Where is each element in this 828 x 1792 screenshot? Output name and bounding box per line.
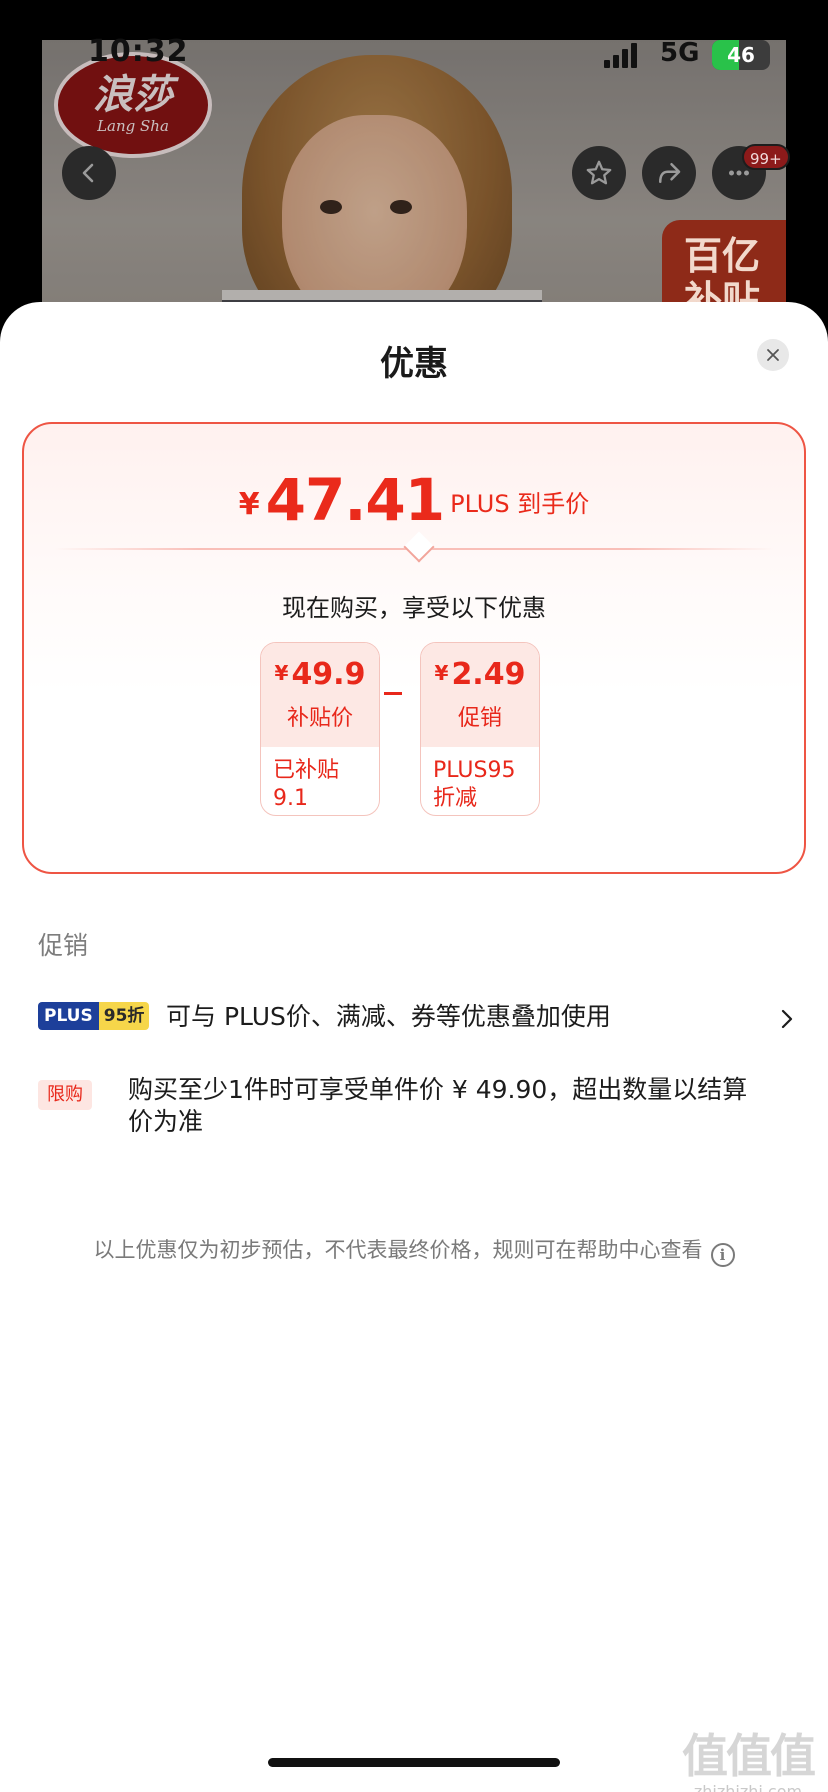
price-component-subsidy: ¥49.9 补贴价 已补贴 9.1: [260, 642, 380, 816]
plus-tag-label: PLUS: [38, 1002, 99, 1030]
status-time: 10:32: [88, 34, 189, 69]
share-icon: [659, 163, 681, 183]
discount-tag-label: 95折: [98, 1002, 150, 1030]
component-name: 促销: [457, 706, 502, 731]
final-price: ¥47.41 PLUS 到手价: [24, 466, 804, 534]
card-subtitle: 现在购买，享受以下优惠: [282, 594, 546, 622]
message-count-badge: 99+: [742, 144, 790, 170]
disclaimer: 以上优惠仅为初步预估，不代表最终价格，规则可在帮助中心查看 i: [0, 1234, 828, 1267]
close-button[interactable]: [757, 339, 789, 371]
price-breakdown-card: ¥47.41 PLUS 到手价 现在购买，享受以下优惠 ¥49.9 补贴价 已补贴…: [22, 422, 806, 874]
network-type: 5G: [660, 38, 700, 68]
watermark-url: zhizhizhi.com: [693, 1782, 803, 1792]
currency-symbol: ¥: [238, 487, 260, 522]
back-arrow-icon: [82, 163, 94, 183]
favorite-button[interactable]: [572, 146, 626, 200]
plus-promotion-text: 可与 PLUS价、满减、券等优惠叠加使用: [166, 1002, 611, 1031]
currency-symbol: ¥: [434, 661, 449, 685]
promotion-heading: 促销: [38, 931, 89, 960]
limit-text: 购买至少1件时可享受单件价 ¥ 49.90，超出数量以结算价为准: [128, 1075, 748, 1136]
component-amount: 49.9: [291, 657, 366, 692]
divider-notch: [403, 531, 435, 563]
limit-tag: 限购: [38, 1080, 92, 1110]
share-button[interactable]: [642, 146, 696, 200]
price-component-promotion: ¥2.49 促销 PLUS95 折减 2.49: [420, 642, 540, 816]
final-price-value: 47.41: [265, 466, 445, 534]
back-button[interactable]: [62, 146, 116, 200]
signal-icon: [604, 42, 637, 68]
plus-discount-tag: PLUS 95折: [38, 1002, 150, 1030]
battery-level: 46: [727, 43, 755, 67]
battery-icon: 46: [712, 40, 770, 70]
sheet-title: 优惠: [380, 344, 448, 384]
component-amount: 2.49: [451, 657, 526, 692]
minus-operator: [384, 692, 402, 695]
chevron-right-icon: [781, 1009, 793, 1029]
watermark: 值值值 zhizhizhi.com: [682, 1720, 816, 1792]
component-note: PLUS95 折减 2.49: [433, 758, 516, 815]
close-icon: [767, 349, 779, 361]
final-price-label: PLUS 到手价: [450, 490, 590, 518]
component-name: 补贴价: [286, 706, 353, 731]
watermark-logo: 值值值: [682, 1729, 816, 1783]
currency-symbol: ¥: [274, 661, 289, 685]
disclaimer-text: 以上优惠仅为初步预估，不代表最终价格，规则可在帮助中心查看: [93, 1238, 703, 1262]
plus-promotion-row[interactable]: PLUS 95折 可与 PLUS价、满减、券等优惠叠加使用: [38, 1000, 808, 1036]
star-icon: [586, 160, 612, 185]
info-icon[interactable]: i: [710, 1243, 735, 1267]
component-note: 已补贴 9.1: [273, 758, 340, 811]
discount-sheet: 优惠 ¥47.41 PLUS 到手价 现在购买，享受以下优惠 ¥49.9 补贴价 …: [0, 302, 828, 1792]
home-indicator[interactable]: [268, 1758, 560, 1767]
